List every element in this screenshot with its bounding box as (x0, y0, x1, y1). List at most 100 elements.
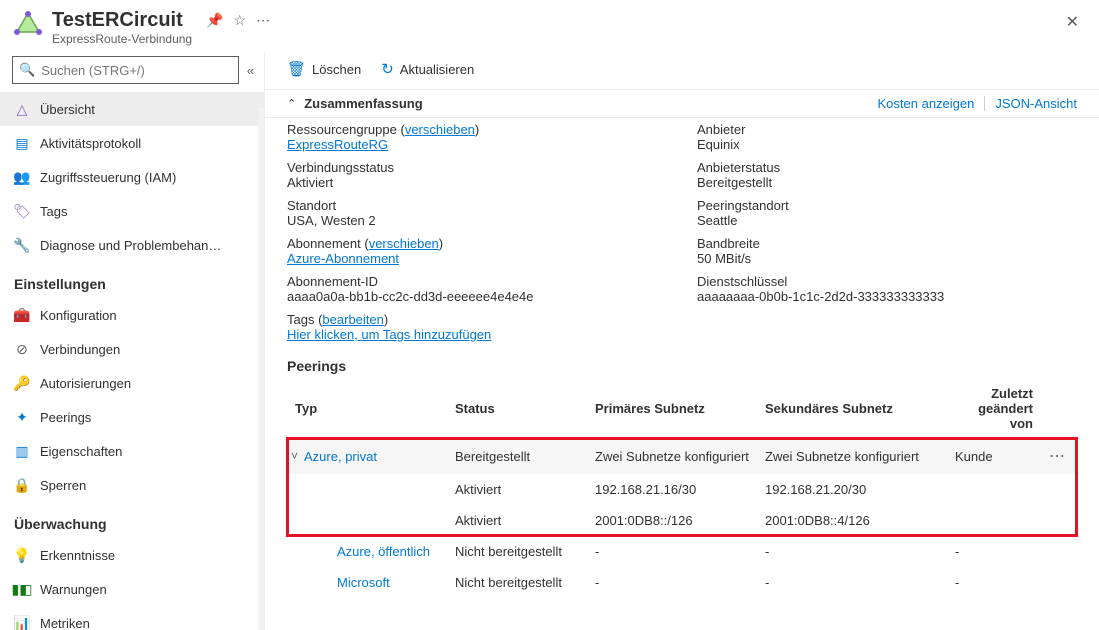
chevron-down-icon: ˅ (291, 449, 298, 463)
sidebar-item[interactable]: 🏷 Tags (0, 194, 264, 228)
delete-button[interactable]: 🗑 Löschen (287, 60, 361, 78)
table-row: Aktiviert2001:0DB8::/1262001:0DB8::4/126 (287, 505, 1077, 536)
main-pane: 🗑 Löschen ↻ Aktualisieren ⌃ Zusammenfass… (265, 52, 1099, 630)
cell-status: Aktiviert (447, 474, 587, 505)
cell-status: Bereitgestellt (447, 438, 587, 475)
sidebar-item[interactable]: ▤ Aktivitätsprotokoll (0, 126, 264, 160)
refresh-button[interactable]: ↻ Aktualisieren (381, 60, 474, 78)
sidebar-item[interactable]: ⊘ Verbindungen (0, 332, 264, 366)
sidebar-item-label: Zugriffssteuerung (IAM) (40, 170, 176, 185)
sidebar-item[interactable]: 💡 Erkenntnisse (0, 538, 264, 572)
subid-label: Abonnement-ID (287, 274, 667, 289)
json-view-link[interactable]: JSON-Ansicht (984, 96, 1077, 111)
nav-icon: 🔑 (14, 375, 30, 391)
col-status[interactable]: Status (447, 380, 587, 438)
star-icon[interactable]: ☆ (234, 12, 247, 29)
sidebar-group-title: Einstellungen (0, 262, 264, 298)
nav-icon: ✦ (14, 409, 30, 425)
chevron-up-icon[interactable]: ⌃ (287, 97, 296, 110)
sidebar-item[interactable]: ▮◧ Warnungen (0, 572, 264, 606)
sidebar-item-label: Übersicht (40, 102, 95, 117)
sidebar-item-label: Autorisierungen (40, 376, 131, 391)
sidebar-item[interactable]: 🔧 Diagnose und Problembehan… (0, 228, 264, 262)
show-costs-link[interactable]: Kosten anzeigen (878, 96, 975, 111)
sidebar-item[interactable]: 🔑 Autorisierungen (0, 366, 264, 400)
peering-type-link[interactable]: Azure, öffentlich (317, 544, 439, 559)
row-more-icon[interactable]: ⋯ (1049, 448, 1067, 465)
sidebar-item[interactable]: 👥 Zugriffssteuerung (IAM) (0, 160, 264, 194)
cell-mod: - (947, 536, 1041, 567)
cell-sec: Zwei Subnetze konfiguriert (757, 438, 947, 475)
rg-move-link[interactable]: verschieben (405, 122, 475, 137)
nav-icon: 🔒 (14, 477, 30, 493)
page-subtitle: ExpressRoute-Verbindung (52, 32, 192, 46)
cell-sec: 192.168.21.20/30 (757, 474, 947, 505)
sidebar-item-label: Metriken (40, 616, 90, 630)
rg-value-link[interactable]: ExpressRouteRG (287, 137, 388, 152)
peering-type-label: Azure, privat (304, 449, 377, 464)
command-bar: 🗑 Löschen ↻ Aktualisieren (265, 52, 1099, 89)
sidebar-item[interactable]: △ Übersicht (0, 92, 264, 126)
provider-label: Anbieter (697, 122, 1077, 137)
peering-type-link[interactable]: ˅ Azure, privat (291, 449, 439, 464)
key-value: aaaaaaaa-0b0b-1c1c-2d2d-333333333333 (697, 289, 1077, 304)
refresh-label: Aktualisieren (400, 62, 474, 77)
sub-move-link[interactable]: verschieben (369, 236, 439, 251)
rg-label: Ressourcengruppe (287, 122, 397, 137)
peerloc-label: Peeringstandort (697, 198, 1077, 213)
location-value: USA, Westen 2 (287, 213, 667, 228)
cell-status: Nicht bereitgestellt (447, 536, 587, 567)
provstat-label: Anbieterstatus (697, 160, 1077, 175)
tags-add-link[interactable]: Hier klicken, um Tags hinzuzufügen (287, 327, 491, 342)
sub-label: Abonnement (287, 236, 361, 251)
nav-icon: 🔧 (14, 237, 30, 253)
sub-value-link[interactable]: Azure-Abonnement (287, 251, 399, 266)
page-title: TestERCircuit (52, 8, 192, 32)
tags-edit-link[interactable]: bearbeiten (322, 312, 383, 327)
bw-label: Bandbreite (697, 236, 1077, 251)
conn-status-label: Verbindungsstatus (287, 160, 667, 175)
peerings-table: Typ Status Primäres Subnetz Sekundäres S… (287, 380, 1077, 598)
nav-icon: 👥 (14, 169, 30, 185)
conn-status-value: Aktiviert (287, 175, 667, 190)
provider-value: Equinix (697, 137, 1077, 152)
more-icon[interactable]: ⋯ (256, 12, 270, 29)
bw-value: 50 MBit/s (697, 251, 1077, 266)
refresh-icon: ↻ (381, 60, 394, 78)
col-mod[interactable]: Zuletzt geändert von (947, 380, 1041, 438)
collapse-sidebar-icon[interactable]: « (247, 63, 254, 78)
peerloc-value: Seattle (697, 213, 1077, 228)
nav-icon: 💡 (14, 547, 30, 563)
search-input[interactable] (41, 63, 232, 78)
table-row: Aktiviert192.168.21.16/30192.168.21.20/3… (287, 474, 1077, 505)
sidebar-scrollbar[interactable] (258, 108, 264, 630)
tags-label: Tags (287, 312, 314, 327)
sidebar-item[interactable]: ▥ Eigenschaften (0, 434, 264, 468)
cell-prim: Zwei Subnetze konfiguriert (587, 438, 757, 475)
sidebar-item[interactable]: ✦ Peerings (0, 400, 264, 434)
nav-icon: ▮◧ (14, 581, 30, 597)
sidebar-item[interactable]: 🔒 Sperren (0, 468, 264, 502)
provstat-value: Bereitgestellt (697, 175, 1077, 190)
peering-type-link[interactable]: Microsoft (317, 575, 439, 590)
sidebar-item-label: Tags (40, 204, 67, 219)
sidebar-item[interactable]: 🧰 Konfiguration (0, 298, 264, 332)
sidebar-item-label: Eigenschaften (40, 444, 122, 459)
cell-mod (947, 474, 1041, 505)
resource-logo (12, 8, 44, 40)
nav-icon: △ (14, 101, 30, 117)
col-sec[interactable]: Sekundäres Subnetz (757, 380, 947, 438)
cell-mod: Kunde (947, 438, 1041, 475)
nav-icon: ▥ (14, 443, 30, 459)
col-type[interactable]: Typ (287, 380, 447, 438)
search-input-wrapper[interactable]: 🔍 (12, 56, 239, 84)
peerings-title: Peerings (287, 358, 1077, 374)
cell-status: Aktiviert (447, 505, 587, 536)
nav-icon: ⊘ (14, 341, 30, 357)
delete-label: Löschen (312, 62, 361, 77)
close-icon[interactable]: ✕ (1062, 8, 1083, 36)
sidebar-item-label: Konfiguration (40, 308, 117, 323)
pin-icon[interactable]: 📌 (206, 12, 223, 29)
sidebar-item[interactable]: 📊 Metriken (0, 606, 264, 630)
col-prim[interactable]: Primäres Subnetz (587, 380, 757, 438)
